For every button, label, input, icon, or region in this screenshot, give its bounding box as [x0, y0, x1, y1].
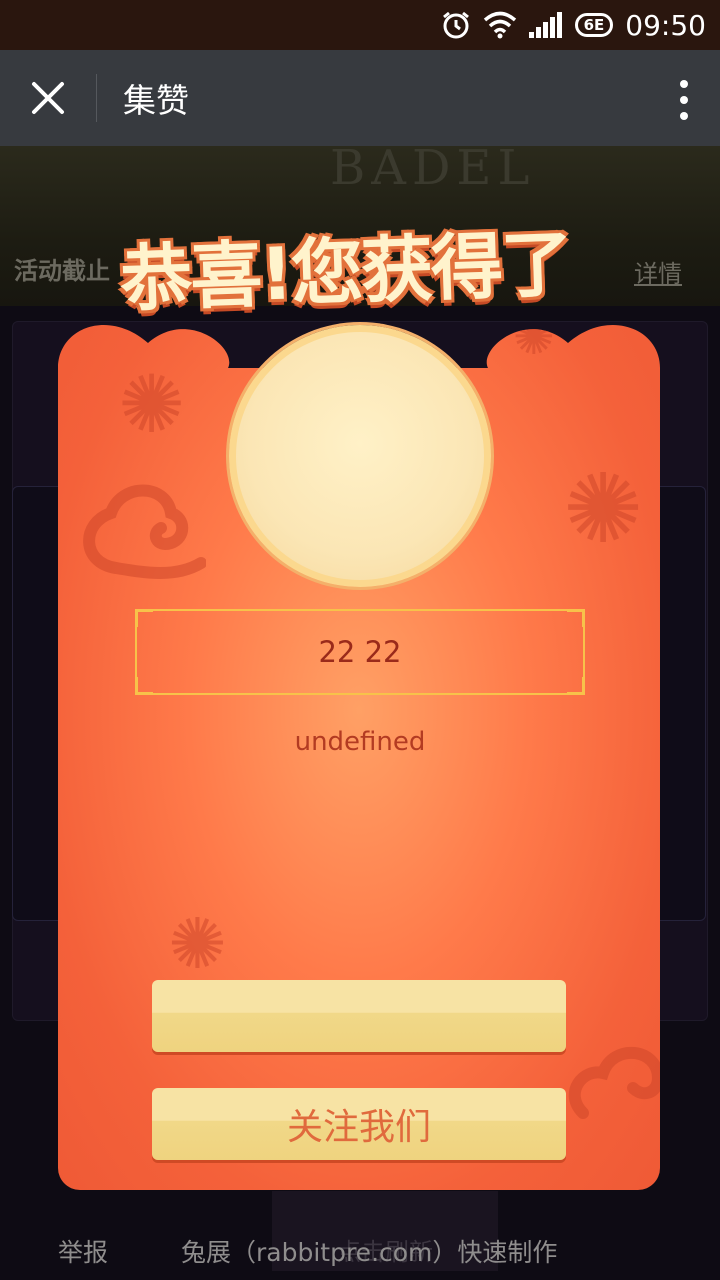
name-frame: 22 22 — [135, 609, 585, 695]
cloud-icon — [563, 1033, 660, 1133]
congrats-title: 恭喜!您获得了 — [118, 221, 573, 322]
primary-button[interactable] — [152, 980, 566, 1052]
winner-name: 22 22 — [318, 635, 402, 669]
follow-us-button[interactable]: 关注我们 — [152, 1088, 566, 1160]
prize-description: undefined — [294, 727, 426, 757]
flower-icon: ✺ — [118, 358, 186, 451]
flower-icon: ✺ — [563, 453, 644, 565]
prize-modal: ✺ ✺ ✺ ✺ 恭喜!您获得了 22 22 undefined 关注我们 — [0, 0, 720, 1280]
flower-icon: ✺ — [513, 318, 555, 366]
flower-icon: ✺ — [168, 903, 227, 985]
cloud-icon — [76, 478, 206, 588]
prize-image — [229, 325, 491, 587]
